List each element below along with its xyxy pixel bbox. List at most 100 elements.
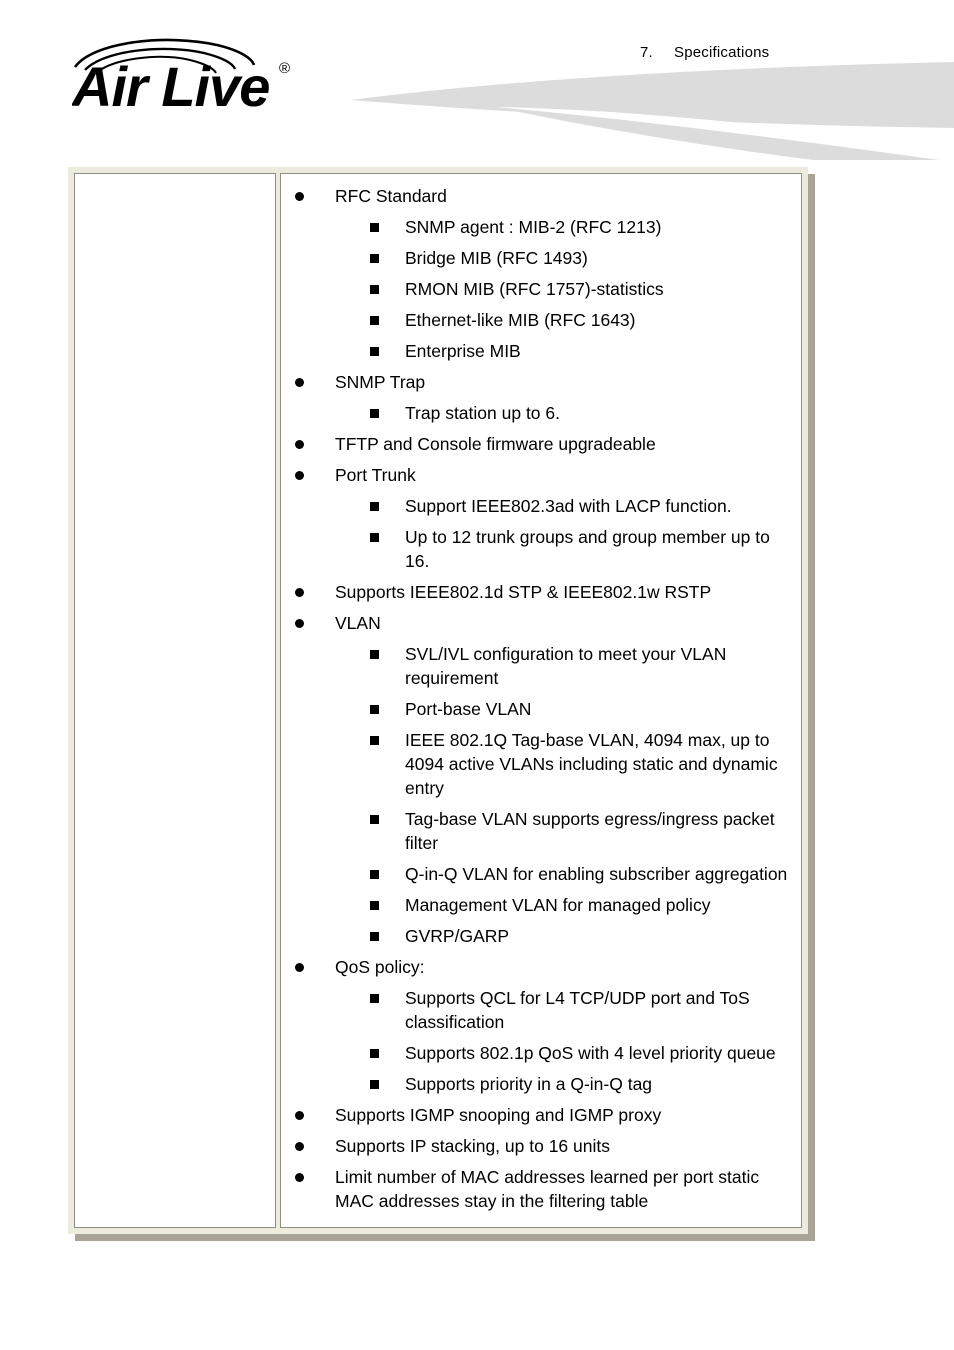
feature-list: RFC Standard SNMP agent : MIB-2 (RFC 121… [289, 184, 793, 1213]
bullet-square-icon [370, 223, 379, 232]
list-item-label: Management VLAN for managed policy [405, 895, 711, 915]
list-item-label: Q-in-Q VLAN for enabling subscriber aggr… [405, 864, 788, 884]
list-item: Management VLAN for managed policy [370, 893, 793, 917]
chapter-title: Specifications [674, 44, 770, 61]
list-item: GVRP/GARP [370, 924, 793, 948]
bullet-square-icon [370, 347, 379, 356]
list-item-label: Port Trunk [335, 465, 416, 485]
airlive-logo: Air Live ® [72, 34, 304, 114]
bullet-square-icon [370, 815, 379, 824]
bullet-square-icon [370, 254, 379, 263]
list-item: VLAN SVL/IVL configuration to meet your … [295, 611, 793, 948]
list-item-label: Supports IEEE802.1d STP & IEEE802.1w RST… [335, 582, 712, 602]
list-item-label: Supports 802.1p QoS with 4 level priorit… [405, 1043, 776, 1063]
list-item-label: SVL/IVL configuration to meet your VLAN … [405, 644, 727, 688]
list-item-label: Trap station up to 6. [405, 403, 560, 423]
list-item: Port-base VLAN [370, 697, 793, 721]
list-item: Supports IP stacking, up to 16 units [295, 1134, 793, 1158]
list-item-label: Supports priority in a Q-in-Q tag [405, 1074, 653, 1094]
bullet-dot-icon [295, 1173, 304, 1182]
list-item: Supports QCL for L4 TCP/UDP port and ToS… [370, 986, 793, 1034]
list-item: Enterprise MIB [370, 339, 793, 363]
list-item-label: Supports QCL for L4 TCP/UDP port and ToS… [405, 988, 750, 1032]
bullet-square-icon [370, 1049, 379, 1058]
list-item: Port Trunk Support IEEE802.3ad with LACP… [295, 463, 793, 573]
bullet-square-icon [370, 502, 379, 511]
sub-feature-list: SNMP agent : MIB-2 (RFC 1213) Bridge MIB… [335, 215, 793, 363]
list-item: RFC Standard SNMP agent : MIB-2 (RFC 121… [295, 184, 793, 363]
bullet-square-icon [370, 533, 379, 542]
list-item: Supports IGMP snooping and IGMP proxy [295, 1103, 793, 1127]
list-item-label: Ethernet-like MIB (RFC 1643) [405, 310, 636, 330]
bullet-square-icon [370, 736, 379, 745]
list-item: RMON MIB (RFC 1757)-statistics [370, 277, 793, 301]
list-item: Limit number of MAC addresses learned pe… [295, 1165, 793, 1213]
list-item-label: Port-base VLAN [405, 699, 532, 719]
sub-feature-list: Support IEEE802.3ad with LACP function. … [335, 494, 793, 573]
bullet-dot-icon [295, 192, 304, 201]
list-item-label: GVRP/GARP [405, 926, 510, 946]
list-item-label: RMON MIB (RFC 1757)-statistics [405, 279, 664, 299]
bullet-square-icon [370, 705, 379, 714]
list-item: Supports priority in a Q-in-Q tag [370, 1072, 793, 1096]
list-item: TFTP and Console firmware upgradeable [295, 432, 793, 456]
airlive-logo-svg: Air Live ® [72, 38, 290, 114]
bullet-dot-icon [295, 1111, 304, 1120]
bullet-square-icon [370, 870, 379, 879]
sub-feature-list: Trap station up to 6. [335, 401, 793, 425]
list-item: Q-in-Q VLAN for enabling subscriber aggr… [370, 862, 793, 886]
bullet-square-icon [370, 409, 379, 418]
list-item-label: Tag-base VLAN supports egress/ingress pa… [405, 809, 775, 853]
bullet-square-icon [370, 650, 379, 659]
list-item-label: TFTP and Console firmware upgradeable [335, 434, 656, 454]
sub-feature-list: Supports QCL for L4 TCP/UDP port and ToS… [335, 986, 793, 1096]
list-item: Support IEEE802.3ad with LACP function. [370, 494, 793, 518]
sub-feature-list: SVL/IVL configuration to meet your VLAN … [335, 642, 793, 948]
list-item-label: QoS policy: [335, 957, 425, 977]
list-item-label: Supports IP stacking, up to 16 units [335, 1136, 610, 1156]
bullet-dot-icon [295, 588, 304, 597]
list-item: Supports IEEE802.1d STP & IEEE802.1w RST… [295, 580, 793, 604]
bullet-square-icon [370, 932, 379, 941]
list-item-label: Supports IGMP snooping and IGMP proxy [335, 1105, 662, 1125]
list-item-label: VLAN [335, 613, 381, 633]
spec-table-features-cell: RFC Standard SNMP agent : MIB-2 (RFC 121… [280, 173, 802, 1228]
bullet-square-icon [370, 285, 379, 294]
bullet-square-icon [370, 316, 379, 325]
logo-wordmark: Air Live [72, 55, 270, 114]
list-item: Tag-base VLAN supports egress/ingress pa… [370, 807, 793, 855]
bullet-dot-icon [295, 378, 304, 387]
list-item-label: SNMP agent : MIB-2 (RFC 1213) [405, 217, 662, 237]
chapter-number: 7. [640, 44, 653, 61]
bullet-dot-icon [295, 963, 304, 972]
bullet-square-icon [370, 1080, 379, 1089]
bullet-dot-icon [295, 471, 304, 480]
list-item-label: Up to 12 trunk groups and group member u… [405, 527, 770, 571]
list-item: Supports 802.1p QoS with 4 level priorit… [370, 1041, 793, 1065]
bullet-dot-icon [295, 1142, 304, 1151]
list-item: IEEE 802.1Q Tag-base VLAN, 4094 max, up … [370, 728, 793, 800]
logo-registered-icon: ® [279, 60, 290, 77]
list-item: Ethernet-like MIB (RFC 1643) [370, 308, 793, 332]
list-item: SVL/IVL configuration to meet your VLAN … [370, 642, 793, 690]
list-item: Up to 12 trunk groups and group member u… [370, 525, 793, 573]
spec-table-label-cell [74, 173, 276, 1228]
chapter-heading: 7. Specifications [640, 44, 940, 61]
svg-text:Air Live: Air Live [72, 55, 269, 114]
list-item: QoS policy: Supports QCL for L4 TCP/UDP … [295, 955, 793, 1096]
bullet-dot-icon [295, 440, 304, 449]
list-item-label: Bridge MIB (RFC 1493) [405, 248, 588, 268]
list-item: SNMP Trap Trap station up to 6. [295, 370, 793, 425]
bullet-square-icon [370, 994, 379, 1003]
bullet-square-icon [370, 901, 379, 910]
page-header: Air Live ® 7. Specifications [0, 0, 954, 176]
list-item-label: Enterprise MIB [405, 341, 521, 361]
swoosh-gap-highlight [496, 107, 954, 162]
specifications-table: RFC Standard SNMP agent : MIB-2 (RFC 121… [68, 167, 808, 1234]
list-item-label: IEEE 802.1Q Tag-base VLAN, 4094 max, up … [405, 730, 778, 798]
list-item: Trap station up to 6. [370, 401, 793, 425]
bullet-dot-icon [295, 619, 304, 628]
list-item-label: RFC Standard [335, 186, 447, 206]
list-item-label: Limit number of MAC addresses learned pe… [335, 1167, 760, 1211]
list-item-label: SNMP Trap [335, 372, 426, 392]
